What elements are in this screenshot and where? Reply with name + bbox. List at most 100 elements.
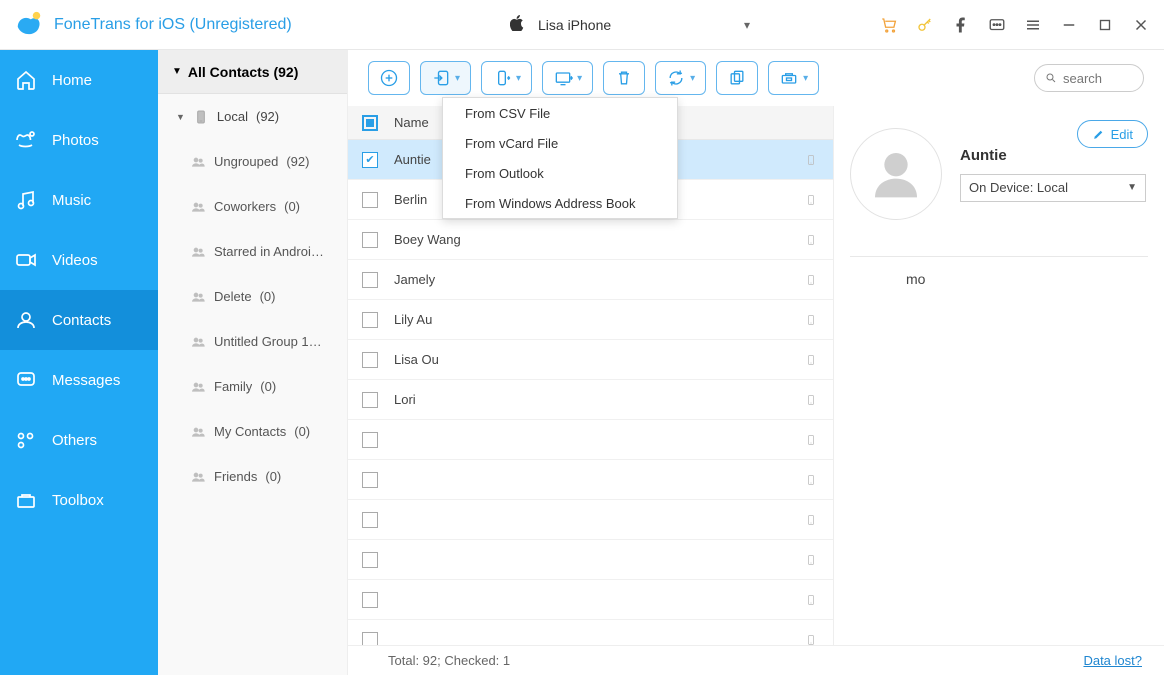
chevron-down-icon: ▾: [690, 73, 695, 84]
sidebar-item-music[interactable]: Music: [0, 170, 158, 230]
group-item[interactable]: My Contacts (0): [158, 409, 347, 454]
contact-name: Lisa Ou: [394, 352, 789, 367]
group-icon: [190, 334, 206, 350]
sidebar-item-others[interactable]: Others: [0, 410, 158, 470]
contact-name: Boey Wang: [394, 232, 789, 247]
contact-row[interactable]: Lily Au: [348, 300, 833, 340]
phone-icon: [805, 391, 819, 409]
dropdown-item[interactable]: From vCard File: [443, 128, 677, 158]
edit-label: Edit: [1111, 127, 1133, 142]
sidebar-item-photos[interactable]: Photos: [0, 110, 158, 170]
row-checkbox[interactable]: [362, 272, 378, 288]
row-checkbox[interactable]: [362, 512, 378, 528]
group-label: Family: [214, 379, 252, 394]
avatar: [850, 128, 942, 220]
group-icon: [190, 199, 206, 215]
group-item[interactable]: Starred in Androi…: [158, 229, 347, 274]
row-checkbox[interactable]: [362, 432, 378, 448]
group-device-count: (92): [256, 109, 279, 124]
add-button[interactable]: [368, 61, 410, 95]
edit-button[interactable]: Edit: [1077, 120, 1148, 148]
contact-row[interactable]: [348, 420, 833, 460]
export-to-device-button[interactable]: ▾: [481, 61, 532, 95]
row-checkbox[interactable]: [362, 632, 378, 646]
app-logo-wrap: FoneTrans for iOS (Unregistered): [14, 10, 292, 40]
search-input[interactable]: [1063, 71, 1133, 86]
group-item[interactable]: Family (0): [158, 364, 347, 409]
triangle-down-icon: ▼: [176, 112, 185, 122]
contact-row[interactable]: [348, 460, 833, 500]
group-icon: [190, 154, 206, 170]
group-device[interactable]: ▼ Local (92): [158, 94, 347, 139]
row-checkbox[interactable]: [362, 352, 378, 368]
device-selector[interactable]: Lisa iPhone ▾: [500, 10, 760, 40]
contact-row[interactable]: Jamely: [348, 260, 833, 300]
on-device-dropdown[interactable]: On Device: Local ▼: [960, 174, 1146, 202]
contact-row[interactable]: Lori: [348, 380, 833, 420]
menu-icon[interactable]: [1024, 16, 1042, 34]
sidebar-item-messages[interactable]: Messages: [0, 350, 158, 410]
export-to-pc-button[interactable]: ▾: [542, 61, 593, 95]
contact-row[interactable]: Boey Wang: [348, 220, 833, 260]
group-label: Friends: [214, 469, 257, 484]
key-icon[interactable]: [916, 16, 934, 34]
phone-icon: [805, 311, 819, 329]
minimize-icon[interactable]: [1060, 16, 1078, 34]
feedback-icon[interactable]: [988, 16, 1006, 34]
dropdown-item[interactable]: From Windows Address Book: [443, 188, 677, 218]
row-checkbox[interactable]: [362, 552, 378, 568]
close-icon[interactable]: [1132, 16, 1150, 34]
data-lost-link[interactable]: Data lost?: [1083, 653, 1142, 668]
groups-header[interactable]: ▼ All Contacts (92): [158, 50, 347, 94]
dropdown-item[interactable]: From Outlook: [443, 158, 677, 188]
import-button[interactable]: ▾: [420, 61, 471, 95]
chevron-down-icon: ▾: [455, 73, 460, 84]
group-item[interactable]: Untitled Group 1…: [158, 319, 347, 364]
title-bar: FoneTrans for iOS (Unregistered) Lisa iP…: [0, 0, 1164, 50]
header-checkbox[interactable]: [362, 115, 378, 131]
sidebar-item-videos[interactable]: Videos: [0, 230, 158, 290]
group-item[interactable]: Ungrouped (92): [158, 139, 347, 184]
groups-header-label: All Contacts (92): [188, 64, 298, 80]
chevron-down-icon: ▾: [577, 73, 582, 84]
sidebar-item-label: Toolbox: [52, 492, 104, 509]
row-checkbox[interactable]: [362, 192, 378, 208]
group-label: Coworkers: [214, 199, 276, 214]
row-checkbox[interactable]: [362, 152, 378, 168]
backup-button[interactable]: ▾: [768, 61, 819, 95]
contact-row[interactable]: Lisa Ou: [348, 340, 833, 380]
group-item[interactable]: Delete (0): [158, 274, 347, 319]
contact-row[interactable]: [348, 500, 833, 540]
group-item[interactable]: Coworkers (0): [158, 184, 347, 229]
search-box[interactable]: [1034, 64, 1144, 92]
sidebar: HomePhotosMusicVideosContactsMessagesOth…: [0, 50, 158, 675]
sidebar-item-contacts[interactable]: Contacts: [0, 290, 158, 350]
row-checkbox[interactable]: [362, 392, 378, 408]
contact-row[interactable]: [348, 620, 833, 645]
row-checkbox[interactable]: [362, 472, 378, 488]
phone-icon: [805, 471, 819, 489]
contact-row[interactable]: [348, 540, 833, 580]
facebook-icon[interactable]: [952, 16, 970, 34]
dedupe-button[interactable]: [716, 61, 758, 95]
contact-row[interactable]: [348, 580, 833, 620]
row-checkbox[interactable]: [362, 232, 378, 248]
phone-icon: [805, 271, 819, 289]
cart-icon[interactable]: [880, 16, 898, 34]
dropdown-item[interactable]: From CSV File: [443, 98, 677, 128]
contact-name: Lily Au: [394, 312, 789, 327]
triangle-down-icon: ▼: [1127, 182, 1137, 193]
divider: [850, 256, 1148, 257]
row-checkbox[interactable]: [362, 312, 378, 328]
group-icon: [190, 244, 206, 260]
refresh-button[interactable]: ▾: [655, 61, 706, 95]
maximize-icon[interactable]: [1096, 16, 1114, 34]
group-item[interactable]: Friends (0): [158, 454, 347, 499]
row-checkbox[interactable]: [362, 592, 378, 608]
messages-icon: [14, 368, 38, 392]
sidebar-item-home[interactable]: Home: [0, 50, 158, 110]
phone-icon: [805, 631, 819, 646]
sidebar-item-toolbox[interactable]: Toolbox: [0, 470, 158, 530]
delete-button[interactable]: [603, 61, 645, 95]
videos-icon: [14, 248, 38, 272]
